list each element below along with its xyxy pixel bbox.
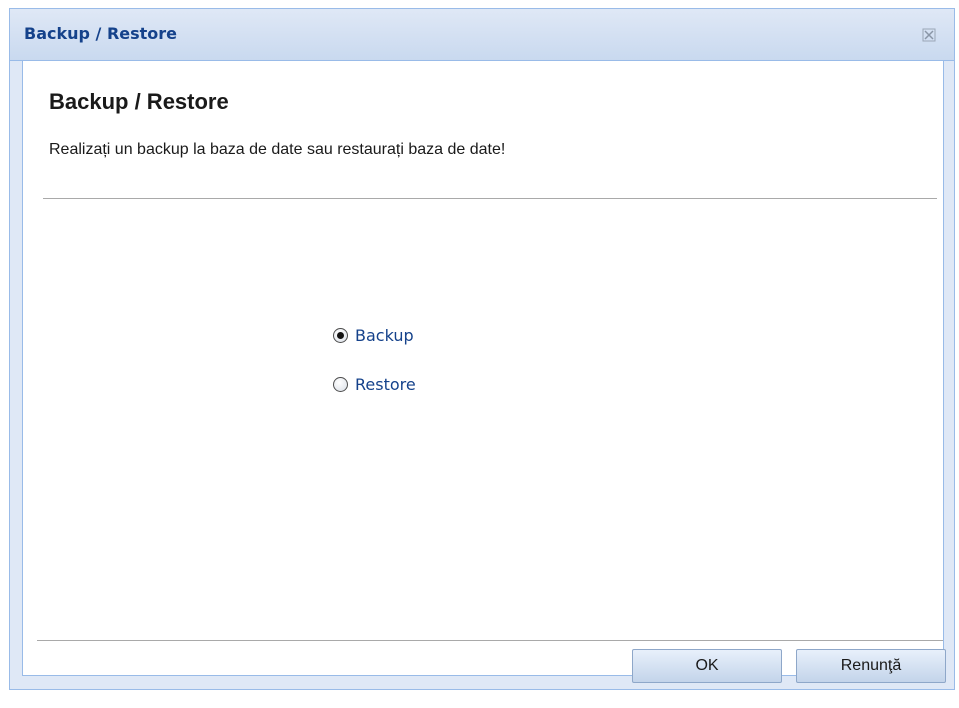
- radio-button-backup[interactable]: [333, 328, 348, 343]
- ok-button[interactable]: OK: [632, 649, 782, 683]
- page-title: Backup / Restore: [49, 89, 229, 114]
- radio-button-restore[interactable]: [333, 377, 348, 392]
- close-icon[interactable]: [920, 26, 938, 44]
- radio-option-restore[interactable]: Restore: [333, 375, 416, 394]
- page-subtitle: Realizați un backup la baza de date sau …: [49, 141, 506, 158]
- window-title: Backup / Restore: [24, 24, 178, 43]
- cancel-button[interactable]: Renunţă: [796, 649, 946, 683]
- radio-label-backup[interactable]: Backup: [355, 326, 414, 345]
- dialog-content: Backup / Restore Realizați un backup la …: [22, 61, 946, 683]
- title-bar[interactable]: Backup / Restore: [10, 9, 954, 61]
- footer-divider: [37, 640, 943, 641]
- radio-option-backup[interactable]: Backup: [333, 326, 414, 345]
- header-divider: [43, 198, 937, 199]
- backup-restore-dialog: Backup / Restore Backup / Restore Realiz…: [9, 8, 955, 690]
- radio-selected-dot: [337, 332, 344, 339]
- radio-label-restore[interactable]: Restore: [355, 375, 416, 394]
